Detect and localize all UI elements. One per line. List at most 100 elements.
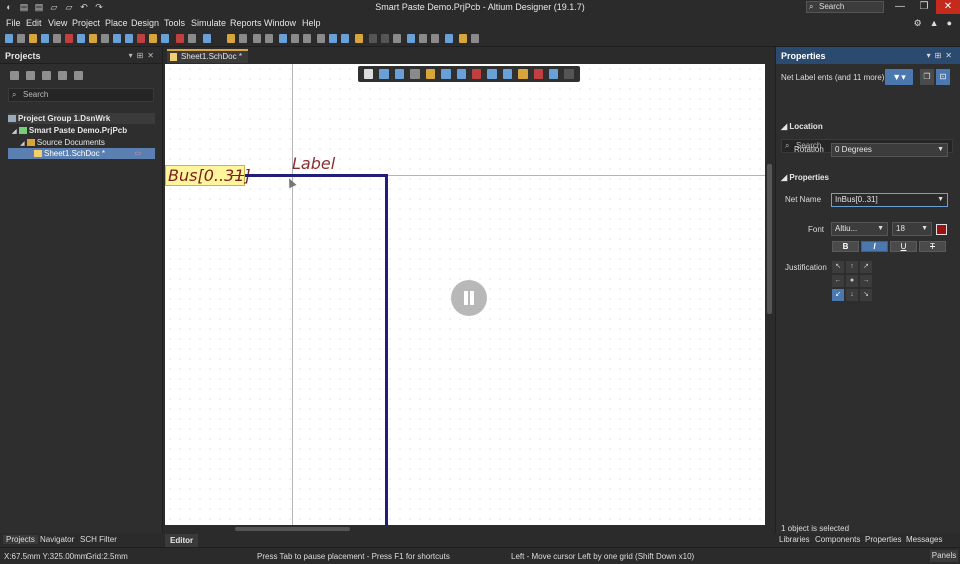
toolbar-icon-undo[interactable] (419, 34, 427, 43)
toolbar-icon-zoom-select[interactable] (291, 34, 299, 43)
panel-controls[interactable]: ▾⊞✕ (129, 51, 158, 60)
toolbar-icon-grid[interactable] (188, 34, 196, 43)
scrollbar-thumb[interactable] (767, 164, 772, 314)
no-erc-icon[interactable] (533, 69, 544, 79)
toolbar-icon-cross-probe[interactable] (303, 34, 311, 43)
select-icon[interactable]: ⊡ (936, 69, 950, 85)
toolbar-icon-symbol[interactable] (101, 34, 109, 43)
select-rect-icon[interactable] (394, 69, 405, 79)
toolbar-icon-print[interactable] (253, 34, 261, 43)
toolbar-icon-cross[interactable] (176, 34, 184, 43)
projects-search-input[interactable]: ⌕ Search (8, 88, 154, 102)
toolbar-icon-frame[interactable] (161, 34, 169, 43)
menu-project[interactable]: Project (72, 18, 100, 28)
toolbar-icon-hierarchy[interactable] (445, 34, 453, 43)
horizontal-scrollbar[interactable] (165, 525, 765, 533)
tab-libraries[interactable]: Libraries (779, 535, 810, 544)
port-icon[interactable] (518, 69, 528, 79)
tab-navigator[interactable]: Navigator (40, 535, 74, 544)
toolbar-icon-select-area[interactable] (369, 34, 377, 43)
menu-file[interactable]: File (6, 18, 21, 28)
copy-icon[interactable]: ❐ (920, 69, 934, 85)
toolbar-icon-save[interactable] (239, 34, 247, 43)
toolbar-icon-harness[interactable] (29, 34, 37, 43)
toolbar-icon-no-erc[interactable] (137, 34, 145, 43)
restore-button[interactable]: ❐ (912, 0, 936, 14)
toolbar-icon-part[interactable] (77, 34, 85, 43)
crosshair-icon[interactable] (379, 69, 389, 79)
justify-bottom-center[interactable]: ↓ (846, 289, 858, 301)
open-folder-icon[interactable] (58, 71, 67, 80)
vertical-scrollbar[interactable] (765, 64, 774, 525)
arc-icon[interactable] (564, 69, 574, 79)
pause-icon[interactable] (451, 280, 487, 316)
wire-icon[interactable] (441, 69, 451, 79)
filter-button[interactable]: ▼▾ (885, 69, 913, 85)
tab-messages[interactable]: Messages (906, 535, 942, 544)
user-account-icon[interactable]: ● (947, 18, 952, 29)
bus-port[interactable]: Bus[0..31] (165, 165, 251, 186)
toolbar-icon-netlabel[interactable] (41, 34, 49, 43)
bold-button[interactable]: B (832, 241, 859, 252)
bus-icon[interactable] (456, 69, 466, 79)
panels-button[interactable]: Panels (930, 550, 958, 562)
toolbar-icon-pen[interactable] (203, 34, 211, 43)
align-icon[interactable] (410, 69, 420, 79)
toolbar-icon-browse[interactable] (471, 34, 479, 43)
expand-icon[interactable]: ◢ (12, 129, 17, 135)
toolbar-icon-sheet[interactable] (89, 34, 97, 43)
bus-wire-horizontal[interactable] (245, 174, 388, 177)
toolbar-icon-text[interactable] (149, 34, 157, 43)
menu-window[interactable]: Window (264, 18, 296, 28)
toolbar-icon-zoom[interactable] (265, 34, 273, 43)
justify-top-center[interactable]: ↑ (846, 261, 858, 273)
justify-middle-left[interactable]: ← (832, 275, 844, 287)
tree-item-project[interactable]: ◢ Smart Paste Demo.PrjPcb (8, 125, 155, 136)
strikeout-button[interactable]: T (919, 241, 946, 252)
toolbar-icon-copy[interactable] (329, 34, 337, 43)
project-options-icon[interactable] (26, 71, 35, 80)
part-icon[interactable] (425, 69, 436, 79)
tab-projects[interactable]: Projects (3, 535, 38, 544)
schematic-canvas[interactable]: Bus[0..31] Label (165, 64, 765, 525)
italic-button[interactable]: I (861, 241, 888, 252)
toolbar-icon-paste[interactable] (341, 34, 349, 43)
menu-tools[interactable]: Tools (164, 18, 185, 28)
toolbar-icon-port[interactable] (53, 34, 61, 43)
tab-components[interactable]: Components (815, 535, 860, 544)
folder-icon[interactable] (42, 71, 51, 80)
toolbar-icon-clear-filter[interactable] (407, 34, 415, 43)
menu-edit[interactable]: Edit (26, 18, 42, 28)
justify-top-right[interactable]: ↗ (860, 261, 872, 273)
scrollbar-thumb[interactable] (235, 527, 350, 531)
justify-top-left[interactable]: ↖ (832, 261, 844, 273)
panel-controls[interactable]: ▾⊞✕ (927, 51, 956, 60)
toolbar-icon-zoom-fit[interactable] (279, 34, 287, 43)
notifications-bell-icon[interactable]: ▲ (930, 18, 939, 29)
toolbar-icon-directive[interactable] (113, 34, 121, 43)
bus-wire-vertical[interactable] (385, 174, 388, 525)
justify-bottom-left[interactable]: ↙ (832, 289, 844, 301)
menu-reports[interactable]: Reports (230, 18, 262, 28)
toolbar-icon-redo[interactable] (431, 34, 439, 43)
toolbar-icon-compile[interactable] (459, 34, 467, 43)
filter-icon[interactable] (364, 69, 374, 79)
font-size-select[interactable]: 18 ▼ (892, 222, 932, 236)
gear-icon[interactable] (74, 71, 83, 80)
close-button[interactable]: ✕ (936, 0, 960, 14)
menu-view[interactable]: View (48, 18, 67, 28)
minimize-button[interactable]: — (888, 0, 912, 14)
toolbar-icon-align[interactable] (125, 34, 133, 43)
sheet-symbol-icon[interactable] (502, 69, 513, 79)
font-color-swatch[interactable] (936, 224, 947, 235)
toolbar-icon-bus[interactable] (17, 34, 25, 43)
settings-gear-icon[interactable]: ⚙ (914, 18, 922, 29)
underline-button[interactable]: U (890, 241, 917, 252)
menu-place[interactable]: Place (105, 18, 128, 28)
net-name-input[interactable]: InBus[0..31] ▼ (831, 193, 948, 207)
section-properties[interactable]: ◢ Properties (781, 173, 829, 182)
tab-editor[interactable]: Editor (165, 534, 199, 547)
tab-sheet1-schdoc[interactable]: Sheet1.SchDoc * (167, 49, 248, 63)
toolbar-icon-rubber-stamp[interactable] (355, 34, 363, 43)
global-search-input[interactable]: ⌕ Search (806, 1, 884, 13)
